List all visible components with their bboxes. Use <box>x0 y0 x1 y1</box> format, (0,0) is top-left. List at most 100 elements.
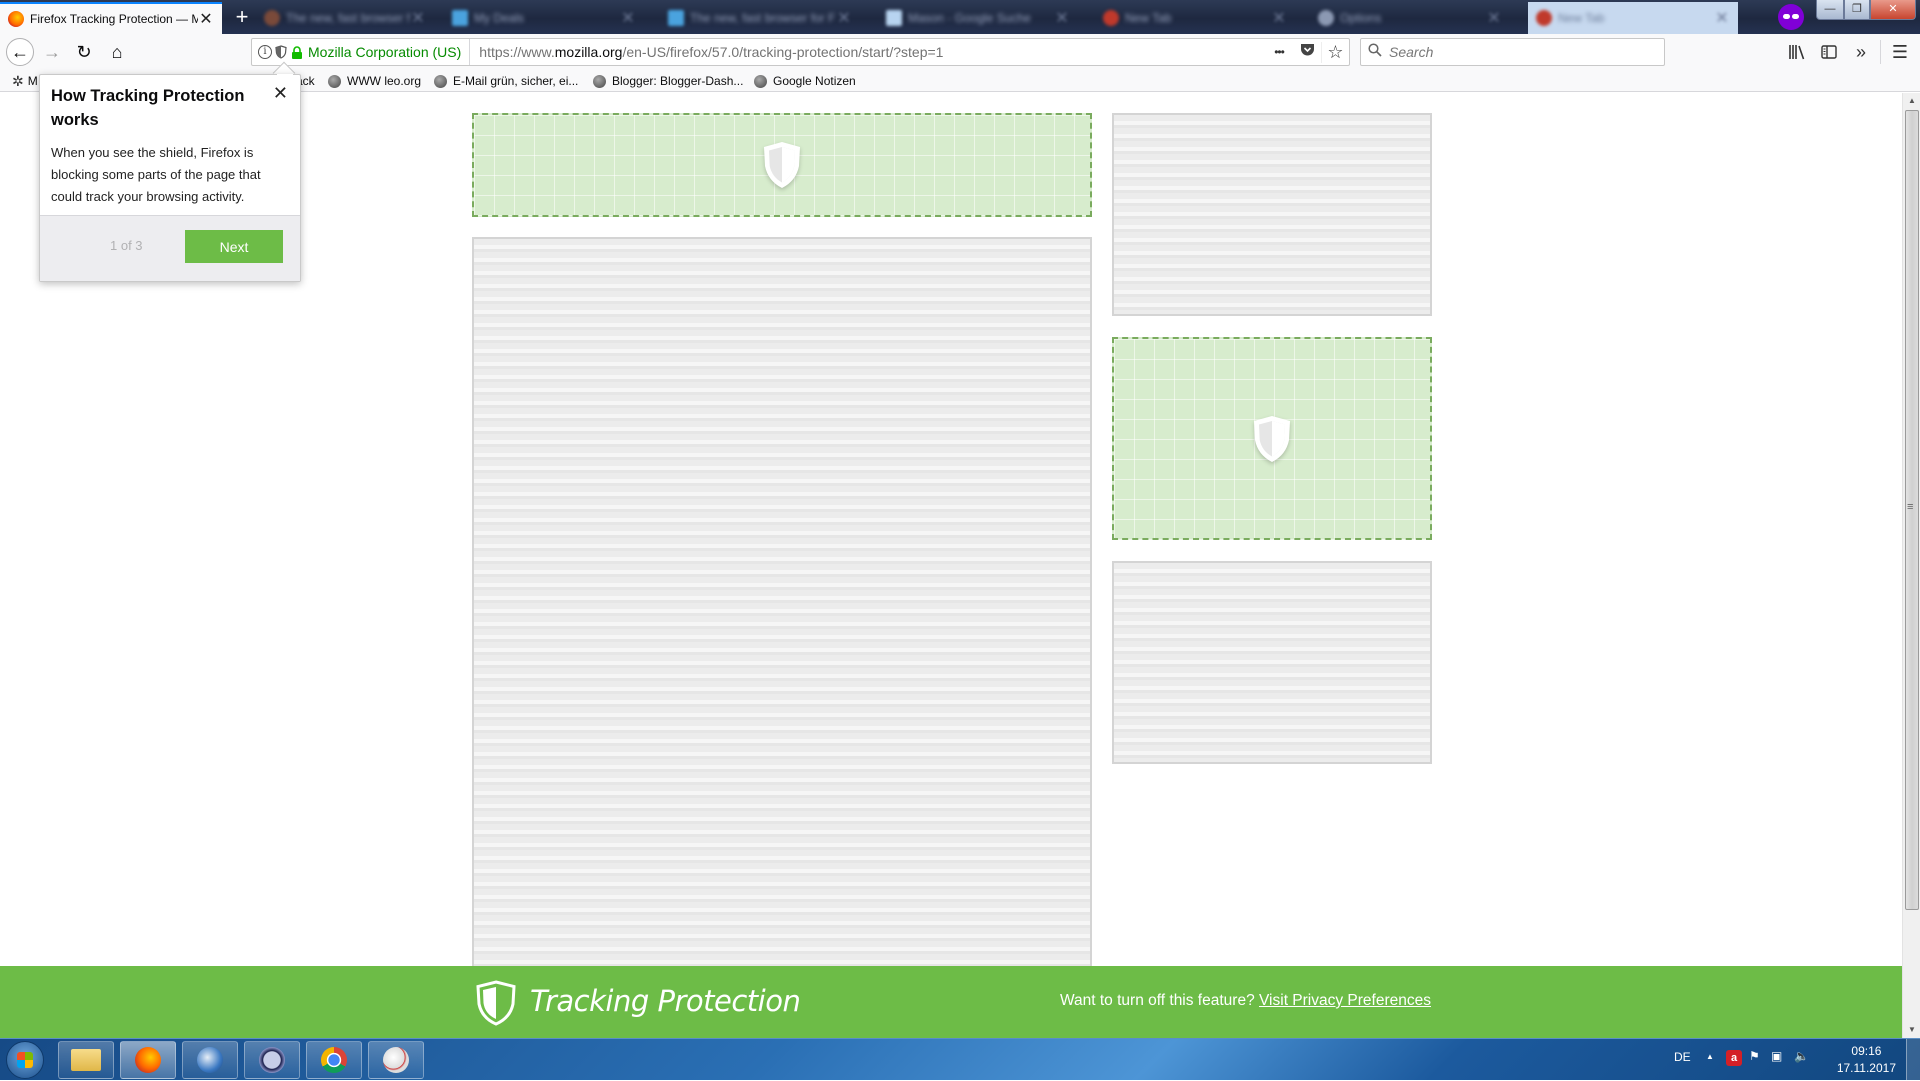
info-icon[interactable]: i <box>258 45 272 59</box>
folder-icon <box>71 1049 101 1071</box>
start-button[interactable] <box>6 1041 44 1079</box>
popup-body: When you see the shield, Firefox is bloc… <box>51 145 261 204</box>
shield-icon <box>1254 415 1290 462</box>
keepass-lock-icon <box>259 1047 285 1073</box>
home-button[interactable]: ⌂ <box>103 38 131 66</box>
bookmark-item[interactable]: E-Mail grün, sicher, ei... <box>434 72 578 90</box>
tab-favicon-icon <box>1536 10 1552 26</box>
maximize-button[interactable]: ❐ <box>1844 0 1870 20</box>
search-input[interactable] <box>1389 44 1649 60</box>
taskbar-file-explorer[interactable] <box>58 1041 114 1079</box>
site-identity[interactable]: i Mozilla Corporation (US) <box>252 39 471 65</box>
taskbar-thunderbird[interactable] <box>182 1041 238 1079</box>
popup-title: How Tracking Protection works <box>51 87 245 129</box>
tab-active[interactable]: Firefox Tracking Protection — Mozilla ✕ <box>0 2 222 34</box>
privacy-preferences-link[interactable]: Visit Privacy Preferences <box>1259 992 1431 1009</box>
scroll-up-arrow[interactable]: ▲ <box>1903 93 1920 109</box>
tab-title: Options <box>1340 11 1382 25</box>
footer-title: Tracking Protection <box>530 984 801 1018</box>
tab-background[interactable]: My Deals ✕ <box>444 2 644 34</box>
new-tab-button[interactable]: + <box>232 4 252 30</box>
taskbar-keepass[interactable] <box>244 1041 300 1079</box>
pocket-icon[interactable] <box>1293 43 1321 61</box>
globe-icon <box>328 74 341 88</box>
firefox-favicon-icon <box>8 11 24 27</box>
url-domain: mozilla.org <box>554 44 623 60</box>
taskbar-firefox[interactable] <box>120 1041 176 1079</box>
url-path: /en-US/firefox/57.0/tracking-protection/… <box>622 44 944 60</box>
tab-title: The new, fast browser for Fi... <box>690 11 836 25</box>
taskbar-snipping-tool[interactable] <box>368 1041 424 1079</box>
search-box[interactable] <box>1360 38 1665 66</box>
close-window-button[interactable]: ✕ <box>1870 0 1916 20</box>
show-desktop-button[interactable] <box>1906 1039 1920 1081</box>
tab-favicon-icon <box>886 10 902 26</box>
tab-title: New Tab <box>1558 11 1605 25</box>
popup-arrow-mask <box>277 74 293 82</box>
chrome-icon <box>321 1047 347 1073</box>
tab-close-icon[interactable]: ✕ <box>1486 8 1502 28</box>
footer-question: Want to turn off this feature? Visit Pri… <box>1060 992 1431 1010</box>
firefox-icon <box>135 1047 161 1073</box>
tab-close-icon[interactable]: ✕ <box>620 8 636 28</box>
gear-icon: ✲ <box>12 72 24 89</box>
tab-background[interactable]: Options ✕ <box>1310 2 1510 34</box>
url-bar[interactable]: i Mozilla Corporation (US) https://www.m… <box>251 38 1350 66</box>
bookmark-label: Blogger: Blogger-Dash... <box>612 74 744 88</box>
blocked-tracker-banner <box>472 113 1092 217</box>
next-button[interactable]: Next <box>185 230 283 263</box>
tracking-protection-footer: Tracking Protection Want to turn off thi… <box>0 966 1902 1038</box>
scroll-down-arrow[interactable]: ▼ <box>1903 1022 1920 1038</box>
tab-background[interactable]: New Tab ✕ <box>1095 2 1295 34</box>
system-tray: DE ▲ a ⚑ ▣ 🔈 09:16 17.11.2017 <box>1630 1039 1920 1081</box>
url-text[interactable]: https://www.mozilla.org/en-US/firefox/57… <box>470 44 1265 60</box>
forward-button[interactable]: → <box>38 38 66 66</box>
bookmark-item[interactable]: ✲ M <box>12 72 38 90</box>
tab-background[interactable]: New Tab ✕ <box>1528 2 1738 34</box>
reload-button[interactable]: ↻ <box>70 38 98 66</box>
tab-close-icon[interactable]: ✕ <box>1271 8 1287 28</box>
tab-background[interactable]: Mason - Google Suche ✕ <box>878 2 1078 34</box>
page-actions-button[interactable]: ••• <box>1265 45 1293 59</box>
tracking-protection-shield-icon[interactable] <box>275 45 287 59</box>
content-placeholder-main <box>472 237 1092 966</box>
blocked-tracker-side <box>1112 337 1432 540</box>
tab-background[interactable]: The new, fast browser for Fi... ✕ <box>256 2 434 34</box>
step-indicator: 1 of 3 <box>110 238 143 253</box>
identity-org: Mozilla Corporation (US) <box>308 44 462 60</box>
overflow-menu-icon[interactable]: » <box>1847 38 1875 66</box>
bookmark-item[interactable]: Google Notizen <box>754 72 856 90</box>
tab-title: The new, fast browser for Fi... <box>286 11 410 25</box>
show-hidden-icons[interactable]: ▲ <box>1706 1052 1714 1061</box>
clock[interactable]: 09:16 17.11.2017 <box>1837 1043 1896 1077</box>
tab-strip: Firefox Tracking Protection — Mozilla ✕ … <box>0 0 1920 34</box>
action-center-flag-icon[interactable]: ⚑ <box>1749 1049 1760 1063</box>
bookmark-label: M <box>27 74 38 88</box>
thunderbird-icon <box>197 1047 223 1073</box>
tab-close-icon[interactable]: ✕ <box>198 9 214 29</box>
bookmark-item[interactable]: WWW leo.org <box>328 72 421 90</box>
language-indicator[interactable]: DE <box>1674 1050 1691 1064</box>
library-icon[interactable] <box>1783 38 1811 66</box>
sidebar-toggle-icon[interactable] <box>1815 38 1843 66</box>
tab-close-icon[interactable]: ✕ <box>1054 8 1070 28</box>
network-icon[interactable]: ▣ <box>1771 1049 1782 1063</box>
back-button[interactable]: ← <box>6 38 34 66</box>
hamburger-menu-icon[interactable]: ☰ <box>1886 38 1914 66</box>
tab-background[interactable]: The new, fast browser for Fi... ✕ <box>660 2 860 34</box>
bookmark-star-icon[interactable]: ☆ <box>1321 41 1349 63</box>
avira-icon[interactable]: a <box>1726 1050 1742 1066</box>
scroll-thumb[interactable] <box>1905 110 1919 910</box>
globe-icon <box>434 74 447 88</box>
minimize-button[interactable]: — <box>1816 0 1844 20</box>
popup-close-icon[interactable]: ✕ <box>273 83 288 104</box>
vertical-scrollbar[interactable]: ▲ ▼ <box>1902 93 1920 1038</box>
volume-icon[interactable]: 🔈 <box>1794 1049 1809 1063</box>
tab-close-icon[interactable]: ✕ <box>1714 8 1730 28</box>
bookmark-item[interactable]: Blogger: Blogger-Dash... <box>593 72 743 90</box>
tab-close-icon[interactable]: ✕ <box>410 8 426 28</box>
clock-time: 09:16 <box>1851 1044 1882 1058</box>
tab-close-icon[interactable]: ✕ <box>836 8 852 28</box>
taskbar-chrome[interactable] <box>306 1041 362 1079</box>
footer-shield-icon <box>476 980 516 1026</box>
